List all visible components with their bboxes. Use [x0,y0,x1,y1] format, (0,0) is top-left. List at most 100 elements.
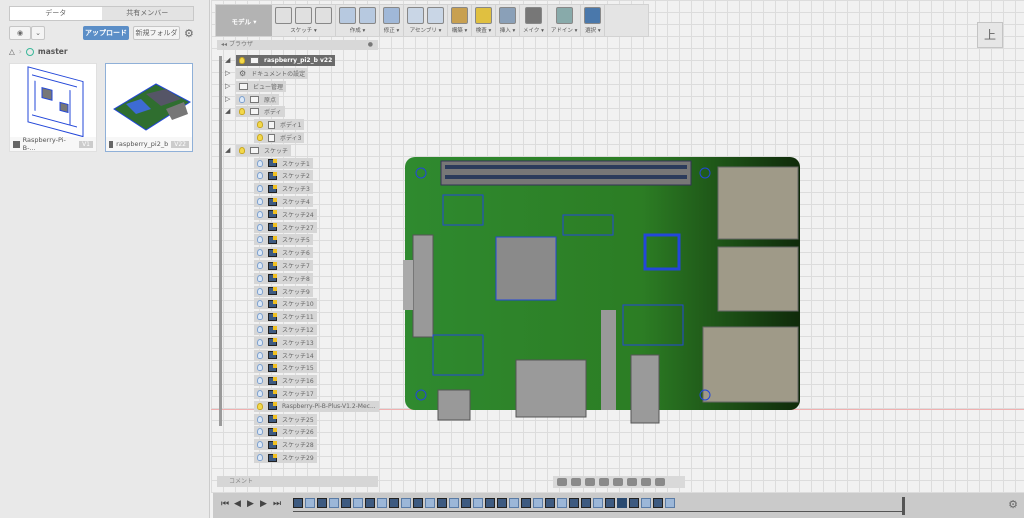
lightbulb-icon[interactable] [257,415,263,423]
lightbulb-icon[interactable] [239,95,245,103]
zoom-icon[interactable] [599,478,609,486]
timeline-sketch-icon[interactable] [605,498,615,508]
lightbulb-icon[interactable] [257,402,263,410]
timeline-sketch-icon[interactable] [413,498,423,508]
expand-arrow-icon[interactable]: ▷ [225,82,230,90]
tool-icon[interactable] [383,7,400,24]
toolbar-group[interactable]: メイク ▾ [520,5,548,36]
tool-icon[interactable] [339,7,356,24]
tab-data[interactable]: データ [10,7,102,20]
toolbar-group[interactable]: 選択 ▾ [581,5,606,36]
chevron-down-icon[interactable]: ⌄ [31,26,45,40]
tool-icon[interactable] [524,7,542,24]
tool-icon[interactable] [295,7,312,24]
expand-arrow-icon[interactable]: ◢ [225,56,230,64]
tree-item[interactable]: スケッチ25 [254,413,317,425]
timeline-extrude-icon[interactable] [473,498,483,508]
lightbulb-icon[interactable] [257,428,263,436]
tab-members[interactable]: 共有メンバー [102,7,194,20]
timeline-sketch-icon[interactable] [341,498,351,508]
new-folder-button[interactable]: 新規フォルダ [133,26,180,40]
tree-item[interactable]: スケッチ7 [254,260,313,271]
tool-icon[interactable] [427,7,444,24]
viewports-icon[interactable] [655,478,665,486]
timeline-extrude-icon[interactable] [401,498,411,508]
timeline-extrude-icon[interactable] [353,498,363,508]
expand-arrow-icon[interactable]: ◢ [225,107,230,115]
gear-icon[interactable]: ⚙ [1008,498,1018,511]
toolbar-group[interactable]: スケッチ ▾ [272,5,336,36]
timeline-control-button[interactable]: ⏮ [221,499,229,509]
tree-item[interactable]: スケッチ27 [254,221,317,233]
timeline-sketch-icon[interactable] [293,498,303,508]
toolbar-group[interactable]: アドイン ▾ [548,5,582,36]
timeline-control-button[interactable]: ◀ [234,499,241,509]
expand-arrow-icon[interactable]: ▷ [225,95,230,103]
lightbulb-icon[interactable] [257,134,263,141]
timeline-extrude-icon[interactable] [377,498,387,508]
lightbulb-icon[interactable] [257,287,263,295]
expand-arrow-icon[interactable]: ◢ [225,146,230,154]
tree-item[interactable]: スケッチ26 [254,426,317,438]
hub-icon[interactable]: △ [9,47,15,56]
timeline-extrude-icon[interactable] [665,498,675,508]
comment-panel[interactable]: コメント [217,476,378,487]
tree-item[interactable]: ボディ [236,106,285,118]
timeline-extrude-icon[interactable] [305,498,315,508]
timeline-extrude-icon[interactable] [557,498,567,508]
display-icon[interactable] [627,478,637,486]
timeline-sketch-icon[interactable] [365,498,375,508]
tree-item[interactable]: スケッチ15 [254,362,317,374]
tool-icon[interactable] [275,7,292,24]
timeline-sketch-icon[interactable] [569,498,579,508]
tree-item[interactable]: スケッチ29 [254,452,317,463]
pcb-model[interactable] [403,155,803,425]
file-card-selected[interactable]: raspberry_pi2_b V22 [105,63,193,152]
tree-item[interactable]: スケッチ11 [254,311,317,323]
tree-item[interactable]: スケッチ17 [254,388,317,399]
tool-icon[interactable] [584,7,602,24]
collapse-icon[interactable]: ◂◂ [221,41,229,48]
orbit-icon[interactable] [557,478,567,486]
tree-item[interactable]: 原点 [236,93,280,105]
tree-item[interactable]: スケッチ12 [254,324,317,335]
lightbulb-icon[interactable] [257,236,263,244]
file-card[interactable]: Raspberry-Pi-B-... V1 [9,63,97,152]
tree-item[interactable]: スケッチ9 [254,285,313,297]
look-at-icon[interactable] [571,478,581,486]
tree-item[interactable]: Raspberry-Pi-B-Plus-V1.2-Mec... [254,400,379,412]
tree-root[interactable]: raspberry_pi2_b v22 [236,55,336,66]
tree-item[interactable]: スケッチ3 [254,183,313,195]
timeline-sketch-icon[interactable] [545,498,555,508]
tree-item[interactable]: スケッチ8 [254,272,313,284]
timeline-sketch-icon[interactable] [653,498,663,508]
grid-icon[interactable] [641,478,651,486]
tree-item[interactable]: ビュー管理 [236,80,287,92]
timeline-sketch-icon[interactable] [437,498,447,508]
lightbulb-icon[interactable] [257,249,263,257]
timeline-extrude-icon[interactable] [641,498,651,508]
timeline-extrude-icon[interactable] [593,498,603,508]
tool-icon[interactable] [475,7,492,24]
tree-item[interactable]: ボディ1 [254,119,305,131]
lightbulb-icon[interactable] [257,441,263,449]
toolbar-group[interactable]: アセンブリ ▾ [404,5,448,36]
workspace-dropdown[interactable]: モデル ▾ [216,5,272,36]
expand-arrow-icon[interactable]: ▷ [225,69,230,77]
gear-icon[interactable]: ⚙ [184,27,194,40]
timeline-control-button[interactable]: ⏭ [273,499,281,509]
lightbulb-icon[interactable] [257,364,263,372]
timeline-sketch-icon[interactable] [629,498,639,508]
breadcrumb-project[interactable]: master [38,47,68,56]
toolbar-group[interactable]: 検査 ▾ [472,5,496,36]
timeline-extrude-icon[interactable] [509,498,519,508]
lightbulb-icon[interactable] [257,210,263,218]
tool-icon[interactable] [451,7,468,24]
settings-icon[interactable]: ● [368,40,373,50]
timeline-marker[interactable] [902,497,905,515]
eye-dropdown-button[interactable]: ◉ [9,26,31,40]
tree-item[interactable]: スケッチ13 [254,336,317,348]
timeline-control-button[interactable]: ▶ [260,499,267,509]
timeline-extrude-icon[interactable] [425,498,435,508]
tool-icon[interactable] [359,7,376,24]
